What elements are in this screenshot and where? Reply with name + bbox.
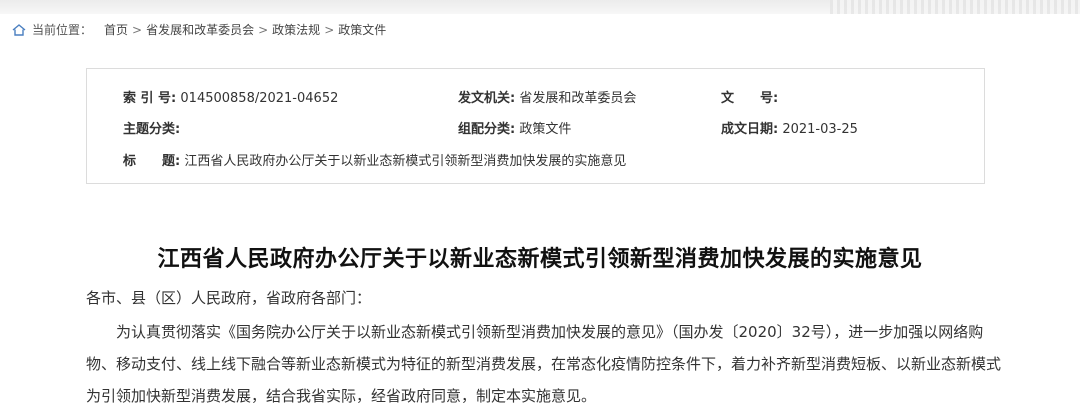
breadcrumb-policy-documents[interactable]: 政策文件 [338, 21, 386, 38]
group-category-label: 组配分类: [458, 122, 516, 137]
metadata-row: 索 引 号: 014500858/2021-04652 发文机关: 省发展和改革… [87, 87, 984, 107]
group-category-value: 政策文件 [519, 122, 572, 137]
issuing-authority-label: 发文机关: [458, 91, 516, 106]
index-number: 索 引 号: 014500858/2021-04652 [123, 87, 338, 106]
index-number-label: 索 引 号: [123, 91, 177, 106]
breadcrumb-label: 当前位置： [32, 23, 93, 37]
breadcrumb: 当前位置： 首页 > 省发展和改革委员会 > 政策法规 > 政策文件 [12, 21, 386, 38]
breadcrumb-policy-regulations[interactable]: 政策法规 [272, 21, 320, 38]
metadata-row: 标 题: 江西省人民政府办公厅关于以新业态新模式引领新型消费加快发展的实施意见 [87, 150, 984, 170]
issuing-authority: 发文机关: 省发展和改革委员会 [458, 87, 636, 106]
decorative-pattern [830, 0, 1080, 14]
written-date-label: 成文日期: [721, 122, 779, 137]
title-label: 标 题: [123, 154, 181, 169]
written-date: 成文日期: 2021-03-25 [721, 118, 858, 137]
document-number-label: 文 号: [721, 91, 779, 106]
page-title: 江西省人民政府办公厅关于以新业态新模式引领新型消费加快发展的实施意见 [157, 246, 923, 272]
salutation: 各市、县（区）人民政府，省政府各部门： [86, 289, 372, 307]
document-title-meta: 标 题: 江西省人民政府办公厅关于以新业态新模式引领新型消费加快发展的实施意见 [123, 150, 626, 169]
body-paragraph: 为认真贯彻落实《国务院办公厅关于以新业态新模式引领新型消费加快发展的意见》（国办… [86, 323, 1002, 405]
home-icon [12, 23, 26, 36]
topic-category-label: 主题分类: [123, 122, 181, 137]
breadcrumb-separator: > [324, 22, 335, 37]
topic-category: 主题分类: [123, 118, 180, 137]
written-date-value: 2021-03-25 [782, 122, 858, 137]
breadcrumb-separator: > [132, 22, 143, 37]
issuing-authority-value: 省发展和改革委员会 [519, 91, 637, 106]
breadcrumb-home[interactable]: 首页 [104, 21, 128, 38]
metadata-row: 主题分类: 组配分类: 政策文件 成文日期: 2021-03-25 [87, 118, 984, 138]
group-category: 组配分类: 政策文件 [458, 118, 571, 137]
title-value: 江西省人民政府办公厅关于以新业态新模式引领新型消费加快发展的实施意见 [184, 154, 627, 169]
breadcrumb-ndrc[interactable]: 省发展和改革委员会 [146, 21, 254, 38]
top-decor-bar [0, 0, 1080, 14]
document-metadata-box: 索 引 号: 014500858/2021-04652 发文机关: 省发展和改革… [86, 68, 985, 184]
document-number: 文 号: [721, 87, 778, 106]
breadcrumb-separator: > [258, 22, 269, 37]
index-number-value: 014500858/2021-04652 [180, 91, 339, 106]
